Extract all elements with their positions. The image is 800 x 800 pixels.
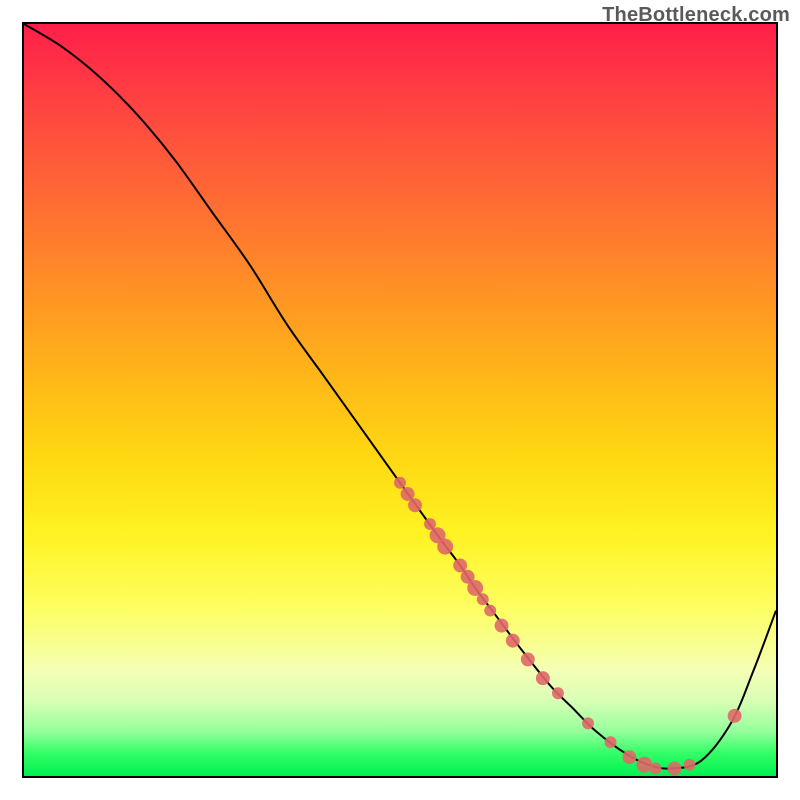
data-point [552,687,564,699]
data-point [467,580,483,596]
data-points [394,477,742,776]
data-point [506,634,520,648]
data-point [582,717,594,729]
data-point [536,671,550,685]
data-point [521,652,535,666]
data-point [728,709,742,723]
data-point [636,757,652,773]
data-point [484,605,496,617]
data-point [495,619,509,633]
curve-svg [24,24,776,776]
bottleneck-curve [24,24,776,769]
data-point [408,498,422,512]
data-point [394,477,406,489]
chart-container: TheBottleneck.com [0,0,800,800]
plot-area [22,22,778,778]
data-point [650,762,662,774]
data-point [667,761,681,775]
data-point [477,593,489,605]
data-point [453,558,467,572]
data-point [622,750,636,764]
data-point [605,736,617,748]
data-point [684,759,696,771]
data-point [437,539,453,555]
